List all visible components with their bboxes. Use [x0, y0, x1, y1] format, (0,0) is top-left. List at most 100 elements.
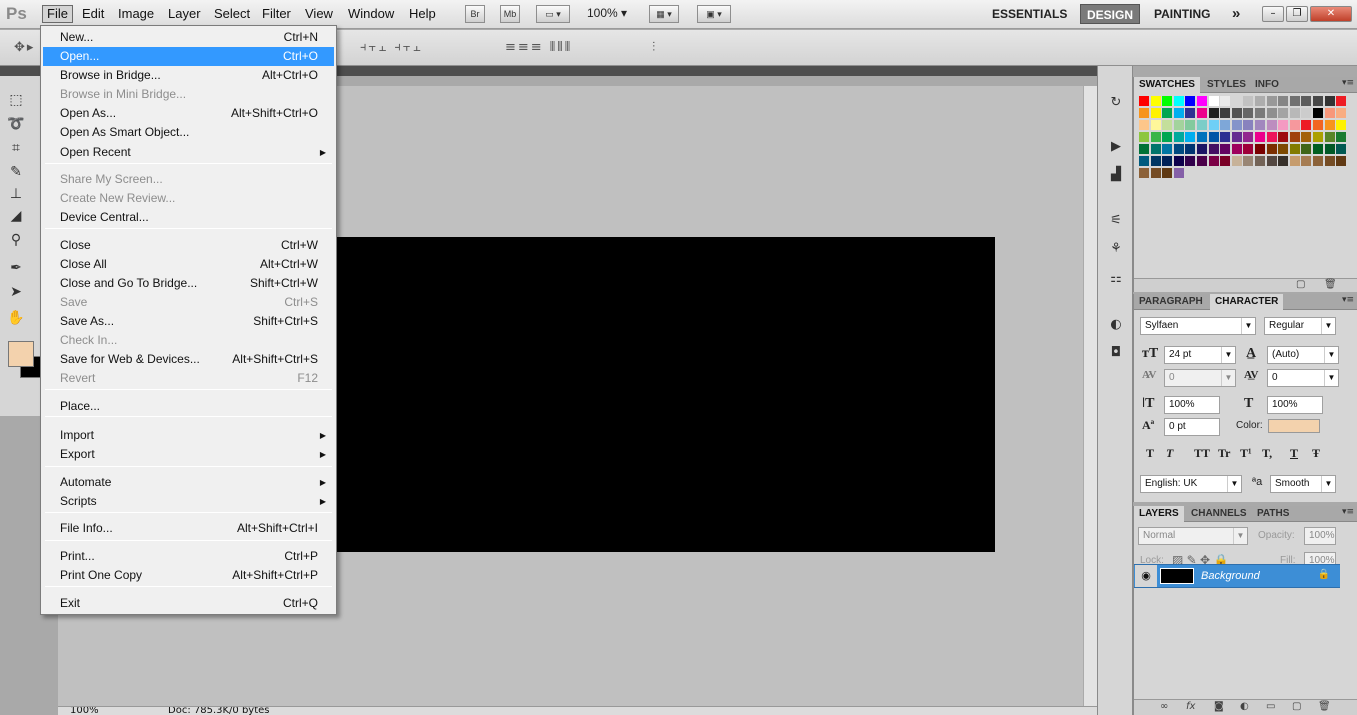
swatch-cell[interactable]: [1336, 108, 1348, 119]
panel-menu-icon[interactable]: ▾≡: [1342, 507, 1354, 517]
menu-item-scripts[interactable]: Scripts ▶: [43, 492, 334, 511]
swatch-cell[interactable]: [1255, 108, 1266, 119]
kerning-field[interactable]: 0 ▼: [1164, 369, 1236, 387]
swatch-cell[interactable]: [1208, 120, 1220, 131]
screen-mode-icon[interactable]: ▣ ▾: [697, 5, 731, 23]
swatch-cell[interactable]: [1139, 156, 1150, 167]
dodge-tool-icon[interactable]: ⚲: [6, 230, 26, 250]
blend-mode-select[interactable]: Normal ▼: [1138, 527, 1248, 545]
swatch-cell[interactable]: [1150, 168, 1162, 179]
swatch-cell[interactable]: [1289, 132, 1301, 143]
swatch-cell[interactable]: [1185, 132, 1197, 143]
superscript-button[interactable]: T¹: [1240, 446, 1252, 461]
tab-channels[interactable]: CHANNELS: [1186, 506, 1252, 522]
swatch-cell[interactable]: [1301, 96, 1313, 107]
tracking-field[interactable]: 0 ▼: [1267, 369, 1339, 387]
swatch-cell[interactable]: [1313, 96, 1324, 107]
all-caps-button[interactable]: TT: [1194, 446, 1210, 461]
workspace-design[interactable]: DESIGN: [1080, 4, 1141, 24]
swatch-cell[interactable]: [1220, 156, 1232, 167]
menu-item-import[interactable]: Import ▶: [43, 426, 334, 445]
swatch-cell[interactable]: [1162, 132, 1174, 143]
eye-icon[interactable]: ◉: [1135, 565, 1157, 587]
swatch-cell[interactable]: [1150, 156, 1162, 167]
baseline-shift-field[interactable]: 0 pt: [1164, 418, 1220, 436]
swatch-cell[interactable]: [1266, 120, 1278, 131]
menu-item-exit[interactable]: Exit Ctrl+Q: [43, 594, 334, 613]
swatch-cell[interactable]: [1231, 108, 1243, 119]
history-icon[interactable]: ↻: [1106, 94, 1126, 112]
swatch-cell[interactable]: [1231, 96, 1243, 107]
swatch-cell[interactable]: [1278, 120, 1290, 131]
menu-item-place[interactable]: Place...: [43, 397, 334, 416]
tab-paths[interactable]: PATHS: [1252, 506, 1294, 522]
swatch-cell[interactable]: [1301, 132, 1313, 143]
lasso-tool-icon[interactable]: ➰: [6, 114, 26, 134]
swatch-cell[interactable]: [1313, 156, 1324, 167]
menu-item-close[interactable]: Close Ctrl+W: [43, 236, 334, 255]
menu-item-open-as[interactable]: Open As... Alt+Shift+Ctrl+O: [43, 104, 334, 123]
menu-item-device-central[interactable]: Device Central...: [43, 208, 334, 227]
menu-item-save-as[interactable]: Save As... Shift+Ctrl+S: [43, 312, 334, 331]
swatch-cell[interactable]: [1255, 144, 1266, 155]
trash-icon[interactable]: 🗑: [1318, 701, 1331, 712]
menu-item-revert[interactable]: Revert F12: [43, 369, 334, 388]
swatch-cell[interactable]: [1278, 144, 1290, 155]
swatch-cell[interactable]: [1173, 168, 1185, 179]
swatch-cell[interactable]: [1266, 96, 1278, 107]
swatch-cell[interactable]: [1208, 108, 1220, 119]
small-caps-button[interactable]: Tr: [1218, 446, 1230, 461]
swatch-cell[interactable]: [1208, 96, 1220, 107]
swatch-cell[interactable]: [1243, 120, 1255, 131]
swatch-cell[interactable]: [1255, 132, 1266, 143]
new-swatch-icon[interactable]: ▢: [1296, 279, 1305, 290]
masks-icon[interactable]: ◐: [1106, 316, 1126, 334]
swatch-cell[interactable]: [1301, 144, 1313, 155]
swatch-cell[interactable]: [1150, 120, 1162, 131]
group-icon[interactable]: ▭: [1266, 701, 1275, 712]
menu-item-save-for-web-devices[interactable]: Save for Web & Devices... Alt+Shift+Ctrl+…: [43, 350, 334, 369]
swatch-cell[interactable]: [1208, 144, 1220, 155]
swatch-cell[interactable]: [1197, 156, 1208, 167]
menu-layer[interactable]: Layer: [164, 6, 205, 24]
eraser-tool-icon[interactable]: ◢: [6, 206, 26, 226]
swatch-cell[interactable]: [1173, 132, 1185, 143]
font-family-select[interactable]: Sylfaen ▼: [1140, 317, 1256, 335]
swatch-cell[interactable]: [1139, 168, 1150, 179]
actions-play-icon[interactable]: ▶: [1106, 138, 1126, 156]
menu-select[interactable]: Select: [210, 6, 254, 24]
swatch-cell[interactable]: [1301, 120, 1313, 131]
foreground-color-swatch[interactable]: [8, 341, 34, 367]
minimize-icon[interactable]: –: [1262, 6, 1284, 22]
swatch-cell[interactable]: [1197, 108, 1208, 119]
menu-file[interactable]: File: [42, 5, 73, 23]
faux-italic-button[interactable]: T: [1166, 446, 1173, 461]
menu-item-automate[interactable]: Automate ▶: [43, 473, 334, 492]
swatch-cell[interactable]: [1243, 108, 1255, 119]
swatch-cell[interactable]: [1243, 96, 1255, 107]
swatch-cell[interactable]: [1220, 96, 1232, 107]
swatch-cell[interactable]: [1289, 144, 1301, 155]
align-buttons-icon[interactable]: ⫞⫟⫠ ⫞⫟⫠: [360, 40, 423, 55]
marquee-tool-icon[interactable]: ⬚: [6, 90, 26, 110]
path-selection-icon[interactable]: ➤: [6, 282, 26, 302]
menu-item-close-and-go-to-bridge[interactable]: Close and Go To Bridge... Shift+Ctrl+W: [43, 274, 334, 293]
swatch-cell[interactable]: [1324, 120, 1336, 131]
swatch-cell[interactable]: [1139, 96, 1150, 107]
language-select[interactable]: English: UK ▼: [1140, 475, 1242, 493]
link-icon[interactable]: ∞: [1160, 701, 1168, 712]
swatch-cell[interactable]: [1313, 144, 1324, 155]
swatch-cell[interactable]: [1162, 144, 1174, 155]
menu-item-print[interactable]: Print... Ctrl+P: [43, 547, 334, 566]
strikethrough-button[interactable]: Ŧ: [1312, 446, 1320, 461]
menu-image[interactable]: Image: [114, 6, 158, 24]
swatch-cell[interactable]: [1266, 156, 1278, 167]
menu-item-open-recent[interactable]: Open Recent ▶: [43, 143, 334, 162]
swatch-cell[interactable]: [1336, 144, 1348, 155]
mini-bridge-button[interactable]: Mb: [500, 5, 520, 23]
menu-item-browse-in-bridge[interactable]: Browse in Bridge... Alt+Ctrl+O: [43, 66, 334, 85]
swatch-cell[interactable]: [1220, 120, 1232, 131]
swatch-cell[interactable]: [1185, 108, 1197, 119]
menu-window[interactable]: Window: [344, 6, 398, 24]
bridge-button[interactable]: Br: [465, 5, 485, 23]
